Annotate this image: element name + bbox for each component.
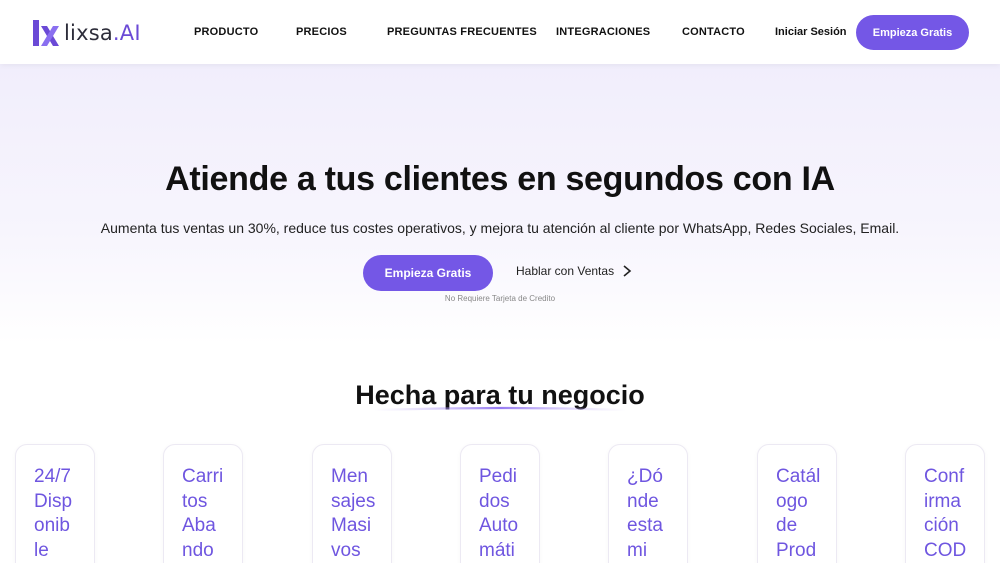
top-navbar: lixsa.AI PRODUCTO PRECIOS PREGUNTAS FREC… [0,0,1000,64]
logo[interactable]: lixsa.AI [32,18,141,48]
feature-card-label: Catál ogo de Prod [776,466,821,561]
feature-card-label: Carri tos Aba ndo [182,466,224,561]
feature-card-carritos-abandonados[interactable]: Carri tos Aba ndo [163,444,243,563]
feature-card-confirmacion-cod[interactable]: Conf irma ción COD [905,444,985,563]
nav-link-contacto[interactable]: CONTACTO [682,26,745,38]
talk-to-sales-label: Hablar con Ventas [516,264,615,278]
login-link[interactable]: Iniciar Sesión [775,26,847,38]
nav-link-integraciones[interactable]: INTEGRACIONES [556,26,650,38]
feature-card-mensajes-masivos[interactable]: Men sajes Masi vos [312,444,392,563]
feature-card-label: 24/7 Disp onib le [34,466,73,561]
talk-to-sales-link[interactable]: Hablar con Ventas [516,264,632,278]
feature-card-24-7-disponible[interactable]: 24/7 Disp onib le [15,444,95,563]
feature-card-label: ¿Dó nde esta mi [627,466,663,561]
chevron-right-icon [623,265,632,277]
feature-card-catalogo-de-productos[interactable]: Catál ogo de Prod [757,444,837,563]
feature-card-label: Pedi dos Auto máti [479,466,519,561]
nav-link-preguntas-frecuentes[interactable]: PREGUNTAS FRECUENTES [387,26,537,38]
feature-card-donde-esta-mi-pedido[interactable]: ¿Dó nde esta mi [608,444,688,563]
logo-text: lixsa.AI [64,21,141,45]
hero-subtitle: Aumenta tus ventas un 30%, reduce tus co… [100,220,900,236]
hero-signup-button[interactable]: Empieza Gratis [363,255,493,291]
feature-card-label: Conf irma ción COD [924,466,967,561]
lixsa-logo-icon [33,20,59,46]
nav-link-producto[interactable]: PRODUCTO [194,26,258,38]
feature-card-pedidos-automaticos[interactable]: Pedi dos Auto máti [460,444,540,563]
no-card-note: No Requiere Tarjeta de Credito [444,294,556,303]
title-underline-decoration [373,406,627,412]
feature-card-label: Men sajes Masi vos [331,466,376,561]
nav-signup-button[interactable]: Empieza Gratis [856,15,969,50]
hero-title: Atiende a tus clientes en segundos con I… [165,160,835,198]
nav-link-precios[interactable]: PRECIOS [296,26,347,38]
